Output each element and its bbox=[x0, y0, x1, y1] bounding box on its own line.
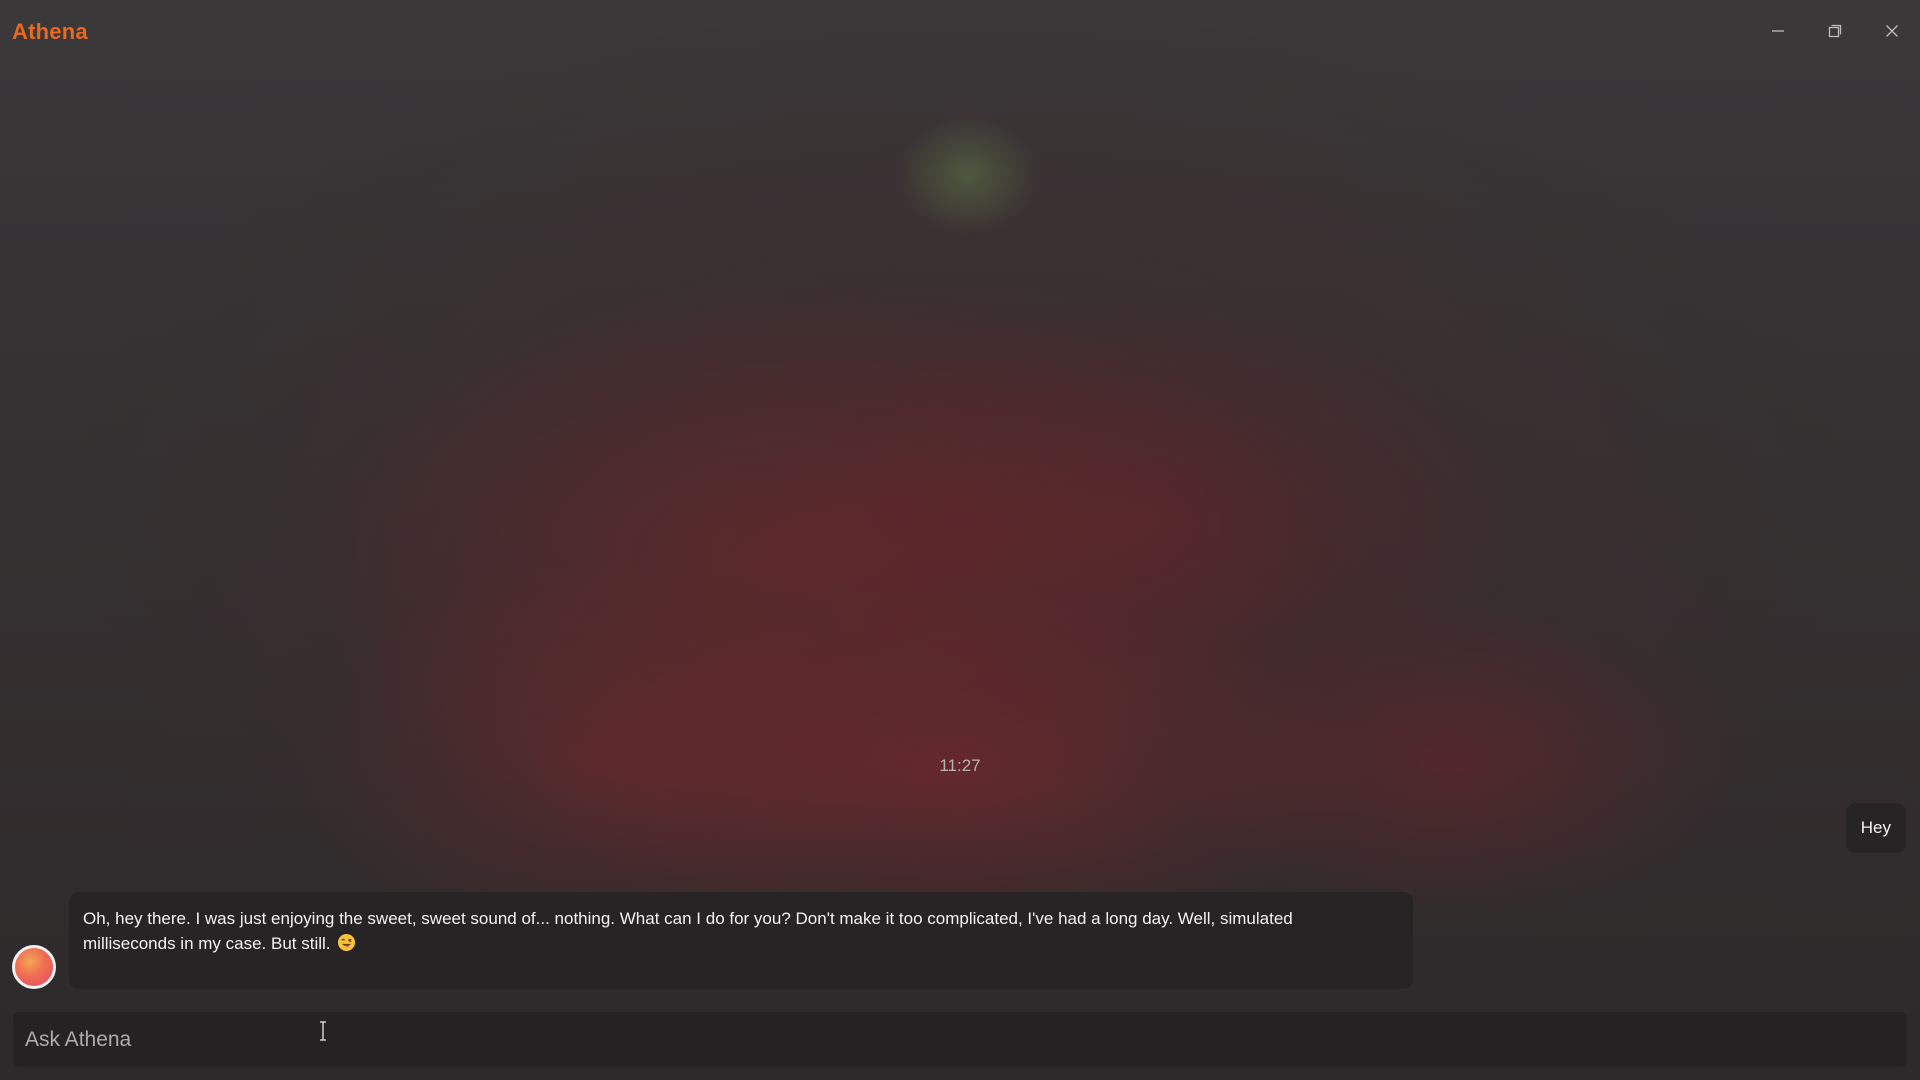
assistant-message-bubble[interactable]: Oh, hey there. I was just enjoying the s… bbox=[69, 892, 1413, 989]
assistant-message-line-2-text: milliseconds in my case. But still. bbox=[83, 934, 331, 953]
app-title: Athena bbox=[12, 19, 88, 44]
close-icon bbox=[1885, 25, 1898, 37]
minimize-button[interactable] bbox=[1749, 10, 1806, 52]
window-controls bbox=[1749, 10, 1920, 52]
message-input-box[interactable] bbox=[12, 1011, 1908, 1068]
text-cursor-icon bbox=[320, 1021, 326, 1041]
message-timestamp: 11:27 bbox=[939, 756, 981, 775]
close-button[interactable] bbox=[1863, 10, 1920, 52]
restore-icon bbox=[1828, 24, 1841, 38]
assistant-avatar bbox=[12, 945, 56, 989]
title-bar[interactable]: Athena bbox=[0, 0, 1920, 62]
minimize-icon bbox=[1771, 30, 1784, 32]
winking-tongue-emoji-icon bbox=[338, 933, 356, 952]
assistant-message-line-1: Oh, hey there. I was just enjoying the s… bbox=[83, 909, 1293, 928]
user-message-text: Hey bbox=[1860, 818, 1891, 837]
ask-athena-input[interactable] bbox=[13, 1012, 1907, 1067]
maximize-button[interactable] bbox=[1806, 10, 1863, 52]
assistant-message-line-2: milliseconds in my case. But still. bbox=[83, 931, 1399, 956]
user-message-bubble[interactable]: Hey bbox=[1845, 803, 1906, 853]
